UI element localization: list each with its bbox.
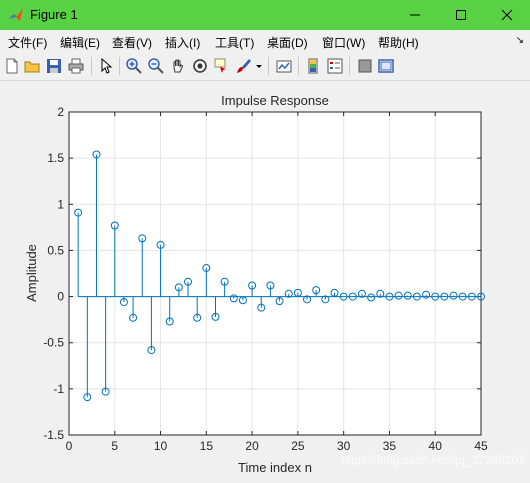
y-tick-label: 0.5 [47,243,64,257]
menu-bar: 文件(F) 编辑(E) 查看(V) 插入(I) 工具(T) 桌面(D) 窗口(W… [0,30,530,52]
zoom-in-icon[interactable] [126,58,142,74]
x-tick-label: 15 [200,439,214,453]
window-title: Figure 1 [30,7,78,22]
legend-icon[interactable] [327,58,343,74]
title-bar: Figure 1 [0,0,530,30]
y-tick-label: 0 [57,290,64,304]
x-tick-label: 25 [291,439,305,453]
x-tick-label: 0 [66,439,73,453]
toolbar [0,52,530,81]
menu-view[interactable]: 查看(V) [112,34,152,51]
menu-help[interactable]: 帮助(H) [378,34,419,51]
data-cursor-icon[interactable] [214,58,230,74]
toolbar-separator [119,57,120,75]
y-tick-label: -0.5 [43,336,64,350]
maximize-button[interactable] [438,0,484,30]
brush-dropdown-icon[interactable] [254,58,264,74]
menu-window[interactable]: 窗口(W) [322,34,365,51]
x-tick-label: 35 [383,439,397,453]
minimize-button[interactable] [392,0,438,30]
x-tick-label: 10 [154,439,168,453]
save-icon[interactable] [46,58,62,74]
y-tick-label: -1.5 [43,428,64,442]
toolbar-separator [268,57,269,75]
link-plot-icon[interactable] [276,58,292,74]
menu-file[interactable]: 文件(F) [8,34,47,51]
colorbar-icon[interactable] [305,58,321,74]
rotate-icon[interactable] [192,58,208,74]
x-tick-label: 5 [111,439,118,453]
open-file-icon[interactable] [24,58,40,74]
pan-icon[interactable] [170,58,186,74]
chart-title: Impulse Response [221,93,329,108]
toolbar-separator [298,57,299,75]
x-tick-label: 45 [474,439,488,453]
figure-canvas: 0 5 10 15 20 25 30 35 40 45 -1.5 -1 -0.5 0 0.5 1 1.5 2 Im… [0,81,530,478]
hide-plot-tools-icon[interactable] [357,58,373,74]
show-plot-tools-icon[interactable] [378,58,394,74]
edit-plot-icon[interactable] [98,58,114,74]
menu-edit[interactable]: 编辑(E) [60,34,100,51]
new-figure-icon[interactable] [4,58,20,74]
watermark: https://blog.csdn.net/qq_37369201 [341,453,525,467]
menu-insert[interactable]: 插入(I) [165,34,200,51]
minimize-icon [410,14,420,16]
menu-desktop[interactable]: 桌面(D) [267,34,308,51]
toolbar-separator [349,57,350,75]
toolbar-separator [91,57,92,75]
x-tick-label: 40 [429,439,443,453]
close-button[interactable] [484,0,530,30]
impulse-response-chart: 0 5 10 15 20 25 30 35 40 45 -1.5 -1 -0.5 0 0.5 1 1.5 2 Im… [24,93,525,475]
x-axis-label: Time index n [238,460,312,475]
y-tick-label: 1 [57,197,64,211]
y-tick-label: 2 [57,105,64,119]
dock-arrow-icon[interactable]: ↘ [516,35,524,46]
matlab-logo-icon [9,8,23,21]
print-icon[interactable] [68,58,84,74]
y-axis-label: Amplitude [24,244,39,302]
zoom-out-icon[interactable] [148,58,164,74]
menu-tools[interactable]: 工具(T) [215,34,254,51]
y-tick-label: -1 [53,382,64,396]
plot-area [69,112,481,435]
x-tick-label: 20 [245,439,259,453]
y-tick-label: 1.5 [47,151,64,165]
x-tick-label: 30 [337,439,351,453]
close-icon [501,9,513,21]
maximize-icon [456,10,466,20]
brush-icon[interactable] [236,58,252,74]
